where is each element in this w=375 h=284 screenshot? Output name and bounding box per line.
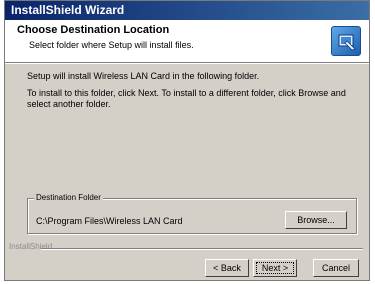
- browse-button[interactable]: Browse...: [285, 211, 347, 229]
- installshield-window: InstallShield Wizard Choose Destination …: [4, 0, 370, 281]
- step-title: Choose Destination Location: [17, 24, 170, 36]
- destination-folder-legend: Destination Folder: [34, 193, 103, 202]
- intro-text: Setup will install Wireless LAN Card in …: [27, 71, 260, 81]
- title-bar[interactable]: InstallShield Wizard: [5, 1, 369, 20]
- footer-divider: [41, 248, 363, 250]
- setup-icon: [331, 26, 361, 56]
- next-button[interactable]: Next >: [253, 259, 297, 277]
- cancel-button[interactable]: Cancel: [313, 259, 359, 277]
- window-title: InstallShield Wizard: [11, 3, 125, 17]
- header-divider: [5, 62, 369, 64]
- step-subtitle: Select folder where Setup will install f…: [29, 40, 194, 50]
- destination-path: C:\Program Files\Wireless LAN Card: [36, 216, 183, 226]
- instruction-text: To install to this folder, click Next. T…: [27, 88, 346, 109]
- back-button[interactable]: < Back: [205, 259, 249, 277]
- wizard-header: Choose Destination Location Select folde…: [5, 20, 369, 62]
